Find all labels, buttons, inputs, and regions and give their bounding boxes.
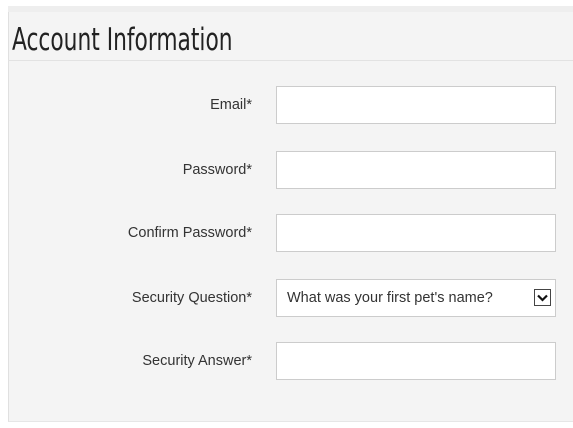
security-answer-field[interactable]	[276, 342, 556, 380]
password-field[interactable]	[276, 151, 556, 189]
security-question-select[interactable]: What was your first pet's name?	[276, 279, 556, 317]
email-label: Email*	[210, 97, 252, 113]
confirm-password-field[interactable]	[276, 214, 556, 252]
security-question-selected-value: What was your first pet's name?	[287, 290, 493, 306]
security-answer-row: Security Answer*	[8, 342, 573, 380]
security-question-label: Security Question*	[131, 290, 252, 306]
confirm-password-row: Confirm Password*	[8, 214, 573, 252]
confirm-password-label: Confirm Password*	[127, 225, 252, 241]
title-divider	[8, 60, 573, 61]
section-title: Account Information	[12, 22, 233, 58]
security-question-row: Security Question* What was your first p…	[8, 279, 573, 317]
password-label: Password*	[182, 162, 252, 178]
chevron-down-icon[interactable]	[534, 289, 551, 306]
security-answer-label: Security Answer*	[142, 353, 252, 369]
email-row: Email*	[8, 86, 573, 124]
email-field[interactable]	[276, 86, 556, 124]
account-information-page: Account Information Email* Password* Con…	[0, 0, 573, 428]
password-row: Password*	[8, 151, 573, 189]
